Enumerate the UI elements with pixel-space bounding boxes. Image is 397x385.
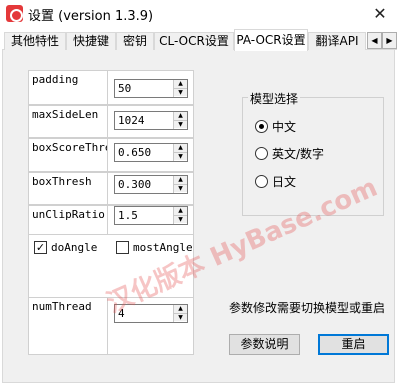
tab-strip: 其他特性 快捷键 密钥 CL-OCR设置 PA-OCR设置 翻译API ◀ ▶ <box>2 29 397 51</box>
radio-english-digits[interactable] <box>255 147 268 160</box>
uncliprIatio-stepper[interactable]: 1.5 ▲ ▼ <box>114 206 188 225</box>
param-label-maxsidelen: maxSideLen <box>28 105 108 138</box>
maxsidelen-value[interactable]: 1024 <box>118 114 145 127</box>
spin-up-icon[interactable]: ▲ <box>174 112 187 120</box>
param-label-uncliprIatio: unClipRatio <box>28 205 108 235</box>
close-button[interactable]: ✕ <box>369 3 391 25</box>
tab-other-features[interactable]: 其他特性 <box>4 32 66 50</box>
tab-pa-ocr-settings[interactable]: PA-OCR设置 <box>234 29 308 51</box>
tab-scroll-right-icon[interactable]: ▶ <box>382 32 397 49</box>
restart-button[interactable]: 重启 <box>318 334 389 355</box>
most-angle-checkbox[interactable] <box>116 241 129 254</box>
do-angle-label[interactable]: doAngle <box>51 241 97 254</box>
spin-down-icon[interactable]: ▼ <box>174 88 187 96</box>
spin-down-icon[interactable]: ▼ <box>174 215 187 223</box>
param-help-button[interactable]: 参数说明 <box>229 334 300 355</box>
numthread-value[interactable]: 4 <box>118 307 125 320</box>
do-angle-checkbox[interactable]: ✓ <box>34 241 47 254</box>
spin-down-icon[interactable]: ▼ <box>174 184 187 192</box>
radio-japanese[interactable] <box>255 175 268 188</box>
tab-scroll-left-icon[interactable]: ◀ <box>367 32 382 49</box>
spin-down-icon[interactable]: ▼ <box>174 313 187 321</box>
boxscorethresh-stepper[interactable]: 0.650 ▲ ▼ <box>114 143 188 162</box>
spin-up-icon[interactable]: ▲ <box>174 144 187 152</box>
restart-note: 参数修改需要切换模型或重启 <box>229 301 386 315</box>
spin-down-icon[interactable]: ▼ <box>174 120 187 128</box>
boxthresh-value[interactable]: 0.300 <box>118 178 151 191</box>
padding-stepper[interactable]: 50 ▲ ▼ <box>114 79 188 98</box>
spin-down-icon[interactable]: ▼ <box>174 152 187 160</box>
numthread-stepper[interactable]: 4 ▲ ▼ <box>114 304 188 323</box>
boxthresh-stepper[interactable]: 0.300 ▲ ▼ <box>114 175 188 194</box>
param-label-numthread: numThread <box>28 297 108 355</box>
boxscorethresh-value[interactable]: 0.650 <box>118 146 151 159</box>
radio-english-digits-label[interactable]: 英文/数字 <box>272 145 324 162</box>
model-select-title: 模型选择 <box>248 90 301 107</box>
tab-translate-api[interactable]: 翻译API <box>308 32 366 50</box>
spin-up-icon[interactable]: ▲ <box>174 305 187 313</box>
tab-keys[interactable]: 密钥 <box>116 32 154 50</box>
spin-up-icon[interactable]: ▲ <box>174 176 187 184</box>
most-angle-label[interactable]: mostAngle <box>133 241 193 254</box>
title-bar: 设置 (version 1.3.9) ✕ <box>0 0 397 28</box>
spin-up-icon[interactable]: ▲ <box>174 207 187 215</box>
param-label-padding: padding <box>28 70 108 105</box>
spin-up-icon[interactable]: ▲ <box>174 80 187 88</box>
radio-chinese-label[interactable]: 中文 <box>272 118 296 135</box>
radio-chinese[interactable] <box>255 120 268 133</box>
uncliprIatio-value[interactable]: 1.5 <box>118 209 138 222</box>
radio-japanese-label[interactable]: 日文 <box>272 173 296 190</box>
tab-cl-ocr-settings[interactable]: CL-OCR设置 <box>154 32 234 50</box>
app-logo-icon <box>6 5 23 22</box>
param-label-boxscorethresh: boxScoreThresh <box>28 138 108 172</box>
tab-hotkeys[interactable]: 快捷键 <box>66 32 116 50</box>
padding-value[interactable]: 50 <box>118 82 131 95</box>
tab-scroll-arrows: ◀ ▶ <box>367 32 397 49</box>
window-title: 设置 (version 1.3.9) <box>28 9 154 24</box>
maxsidelen-stepper[interactable]: 1024 ▲ ▼ <box>114 111 188 130</box>
param-label-boxthresh: boxThresh <box>28 172 108 205</box>
